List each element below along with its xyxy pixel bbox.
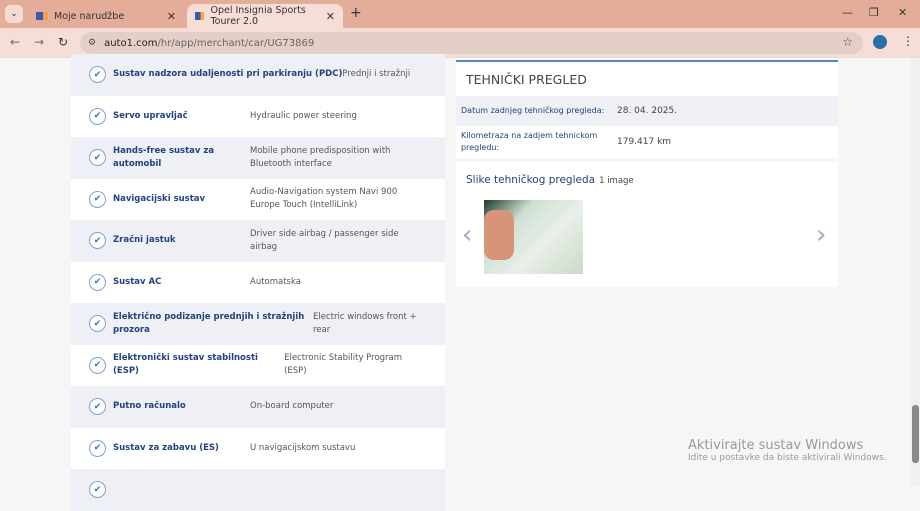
- watermark-line1: Aktivirajte sustav Windows: [688, 438, 864, 453]
- equipment-row: ✔ Servo upravljač Hydraulic power steering: [71, 96, 445, 138]
- close-tab-icon[interactable]: ✕: [326, 10, 335, 23]
- profile-avatar[interactable]: [873, 35, 887, 49]
- equipment-name: Servo upravljač: [113, 110, 188, 121]
- watermark-line2: Idite u postavke da biste aktivirali Win…: [688, 453, 887, 463]
- reload-icon[interactable]: ↻: [58, 35, 68, 49]
- equipment-row: ✔ Električno podizanje prednjih i stražnj…: [71, 303, 445, 345]
- inspection-image-thumbnail[interactable]: [484, 200, 583, 274]
- favicon-icon: [36, 12, 48, 20]
- check-circle-icon: ✔: [89, 190, 106, 208]
- url-domain: auto1.com: [104, 37, 158, 49]
- equipment-value: U navigacijskom sustavu: [250, 442, 356, 453]
- tab-moje-narudzbe[interactable]: Moje narudžbe ✕: [28, 4, 184, 28]
- inspection-title: TEHNIČKI PREGLED: [466, 71, 587, 87]
- row-value: 179.417 km: [617, 137, 672, 147]
- menu-icon[interactable]: ⋮: [902, 34, 914, 48]
- tab-label: Moje narudžbe: [54, 10, 125, 22]
- forward-icon[interactable]: →: [34, 35, 44, 49]
- equipment-row: ✔ Hands-free sustav za automobil Mobile ph…: [71, 137, 445, 179]
- back-icon[interactable]: ←: [10, 35, 20, 49]
- check-circle-icon: ✔: [89, 439, 106, 457]
- site-settings-icon[interactable]: ⚙: [88, 38, 96, 48]
- bookmark-star-icon[interactable]: ☆: [842, 35, 853, 49]
- carousel-prev-icon[interactable]: ‹: [462, 220, 472, 250]
- equipment-row: ✔ Zračni jastuk Driver side airbag / passe…: [71, 220, 445, 262]
- tab-search-button[interactable]: ⌄: [5, 5, 23, 23]
- row-value: 28. 04. 2025.: [617, 106, 678, 116]
- images-title: Slike tehničkog pregleda: [466, 174, 596, 186]
- check-circle-icon: ✔: [89, 107, 106, 125]
- check-circle-icon: ✔: [89, 149, 106, 167]
- equipment-row: ✔ Elektronički sustav stabilnosti (ESP) El…: [71, 345, 445, 387]
- equipment-value: Driver side airbag / passenger side airb…: [250, 228, 399, 252]
- inspection-images: Slike tehničkog pregleda 1 image ‹ ›: [456, 162, 838, 287]
- inspection-panel: TEHNIČKI PREGLED Datum zadnjeg tehničkog…: [456, 60, 838, 287]
- equipment-name: Električno podizanje prednjih i stražnji…: [113, 311, 305, 335]
- equipment-name: Navigacijski sustav: [113, 193, 206, 204]
- check-circle-icon: ✔: [89, 398, 106, 416]
- equipment-list: ✔ Sustav nadzora udaljenosti pri parkiran…: [71, 54, 445, 511]
- check-circle-icon: ✔: [89, 481, 106, 499]
- url-path: /hr/app/merchant/car/UG73869: [157, 37, 315, 49]
- check-circle-icon: ✔: [89, 273, 106, 291]
- check-circle-icon: ✔: [89, 66, 106, 84]
- equipment-name: Elektronički sustav stabilnosti (ESP): [113, 353, 258, 377]
- equipment-name: Sustav AC: [113, 276, 162, 287]
- equipment-row: ✔ Sustav za zabavu (ES) U navigacijskom su…: [71, 428, 445, 470]
- equipment-value: Electric windows front + rear: [313, 311, 417, 335]
- equipment-value: Prednji i stražnji: [342, 69, 411, 80]
- images-count: 1 image: [599, 176, 634, 186]
- scrollbar-thumb[interactable]: [912, 405, 919, 463]
- tab-opel-insignia[interactable]: Opel Insignia Sports Tourer 2.0 ✕: [187, 4, 343, 28]
- minimize-icon[interactable]: —: [842, 6, 853, 19]
- equipment-value: Audio-Navigation system Navi 900 Europe …: [250, 187, 398, 211]
- tab-label: Opel Insignia Sports Tourer 2.0: [210, 5, 306, 27]
- inspection-row: Kilometraza na zadjem tehnickom pregledu…: [456, 126, 838, 158]
- row-label: Kilometraza na zadjem tehnickom pregledu…: [461, 131, 598, 152]
- check-circle-icon: ✔: [89, 315, 106, 333]
- equipment-value: Hydraulic power steering: [250, 110, 357, 121]
- equipment-row: ✔: [71, 469, 445, 511]
- inspection-row: Datum zadnjeg tehničkog pregleda: 28. 04.…: [456, 96, 838, 126]
- check-circle-icon: ✔: [89, 232, 106, 250]
- close-window-icon[interactable]: ✕: [898, 6, 907, 19]
- equipment-name: Hands-free sustav za automobil: [113, 145, 215, 169]
- equipment-name: Sustav za zabavu (ES): [113, 442, 219, 453]
- equipment-value: On-board computer: [250, 401, 334, 412]
- favicon-icon: [195, 12, 205, 20]
- windows-activation-watermark: Aktivirajte sustav Windows Idite u posta…: [688, 438, 887, 463]
- equipment-value: Electronic Stability Program (ESP): [284, 353, 403, 377]
- equipment-name: Putno računalo: [113, 401, 186, 412]
- check-circle-icon: ✔: [89, 356, 106, 374]
- carousel-next-icon[interactable]: ›: [816, 220, 826, 250]
- equipment-name: Zračni jastuk: [113, 235, 176, 246]
- new-tab-button[interactable]: +: [350, 5, 362, 21]
- equipment-row: ✔ Sustav nadzora udaljenosti pri parkiran…: [71, 54, 445, 96]
- equipment-row: ✔ Putno računalo On-board computer: [71, 386, 445, 428]
- equipment-row: ✔ Navigacijski sustav Audio-Navigation sys…: [71, 179, 445, 221]
- equipment-row: ✔ Sustav AC Automatska: [71, 262, 445, 304]
- equipment-name: Sustav nadzora udaljenosti pri parkiranj…: [113, 69, 343, 80]
- images-heading: Slike tehničkog pregleda 1 image: [466, 174, 634, 186]
- equipment-value: Automatska: [250, 276, 301, 287]
- restore-icon[interactable]: ❐: [869, 6, 879, 19]
- equipment-value: Mobile phone predisposition with Bluetoo…: [250, 145, 391, 169]
- close-tab-icon[interactable]: ✕: [167, 10, 176, 23]
- url-input[interactable]: ⚙ auto1.com/hr/app/merchant/car/UG73869 …: [80, 32, 863, 54]
- scrollbar[interactable]: [911, 58, 920, 486]
- row-label: Datum zadnjeg tehničkog pregleda:: [461, 106, 605, 115]
- tab-bar: ⌄ Moje narudžbe ✕ Opel Insignia Sports To…: [0, 0, 920, 28]
